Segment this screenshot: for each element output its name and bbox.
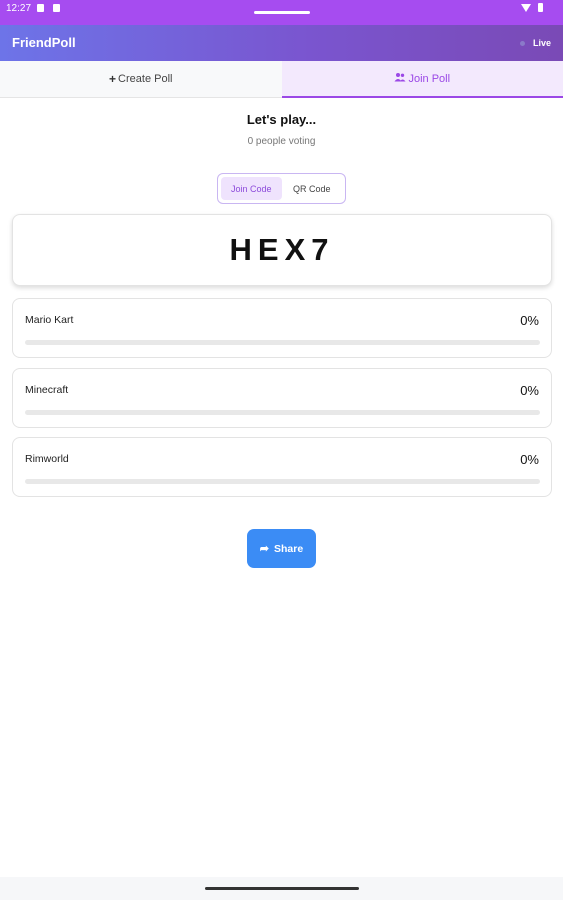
notification-icon <box>53 4 60 12</box>
sim-icon <box>37 4 44 12</box>
share-icon: ➦ <box>259 543 270 555</box>
option-percent: 0% <box>520 452 539 467</box>
option-name: Rimworld <box>25 453 69 465</box>
poll-title: Let's play... <box>246 112 317 127</box>
battery-icon <box>538 3 543 12</box>
tab-bar: + Create Poll Join Poll <box>0 61 563 98</box>
camera-pill <box>254 11 310 14</box>
live-indicator: Live <box>532 38 551 48</box>
tab-create-poll[interactable]: + Create Poll <box>0 61 282 98</box>
app-title: FriendPoll <box>12 35 76 50</box>
gesture-handle[interactable] <box>205 887 359 890</box>
join-code: HEX7 <box>229 232 335 267</box>
status-time: 12:27 <box>6 3 32 14</box>
code-toggle: Join Code QR Code <box>217 173 346 204</box>
navigation-bar <box>0 877 563 900</box>
option-percent: 0% <box>520 383 539 398</box>
tab-create-poll-label: Create Poll <box>118 73 173 85</box>
live-dot-icon <box>520 41 525 46</box>
option-name: Mario Kart <box>25 314 74 326</box>
users-icon <box>394 72 406 85</box>
qr-code-toggle[interactable]: QR Code <box>282 177 343 200</box>
join-code-toggle[interactable]: Join Code <box>221 177 282 200</box>
join-code-card: HEX7 <box>12 214 552 286</box>
poll-option[interactable]: Minecraft 0% <box>12 368 552 428</box>
option-name: Minecraft <box>25 384 69 396</box>
option-progress-bar <box>25 479 540 484</box>
share-button[interactable]: ➦ Share <box>247 529 316 568</box>
poll-option[interactable]: Rimworld 0% <box>12 437 552 497</box>
option-percent: 0% <box>520 313 539 328</box>
plus-icon: + <box>109 72 117 86</box>
option-progress-bar <box>25 340 540 345</box>
share-button-label: Share <box>274 542 304 555</box>
tab-join-poll-label: Join Poll <box>408 72 451 85</box>
voter-count: 0 people voting <box>247 136 316 147</box>
option-progress-bar <box>25 410 540 415</box>
app-bar: FriendPoll Live <box>0 25 563 61</box>
tab-join-poll[interactable]: Join Poll <box>281 61 563 98</box>
status-bar: 12:27 <box>0 0 563 25</box>
wifi-icon <box>521 4 531 12</box>
poll-option[interactable]: Mario Kart 0% <box>12 298 552 358</box>
